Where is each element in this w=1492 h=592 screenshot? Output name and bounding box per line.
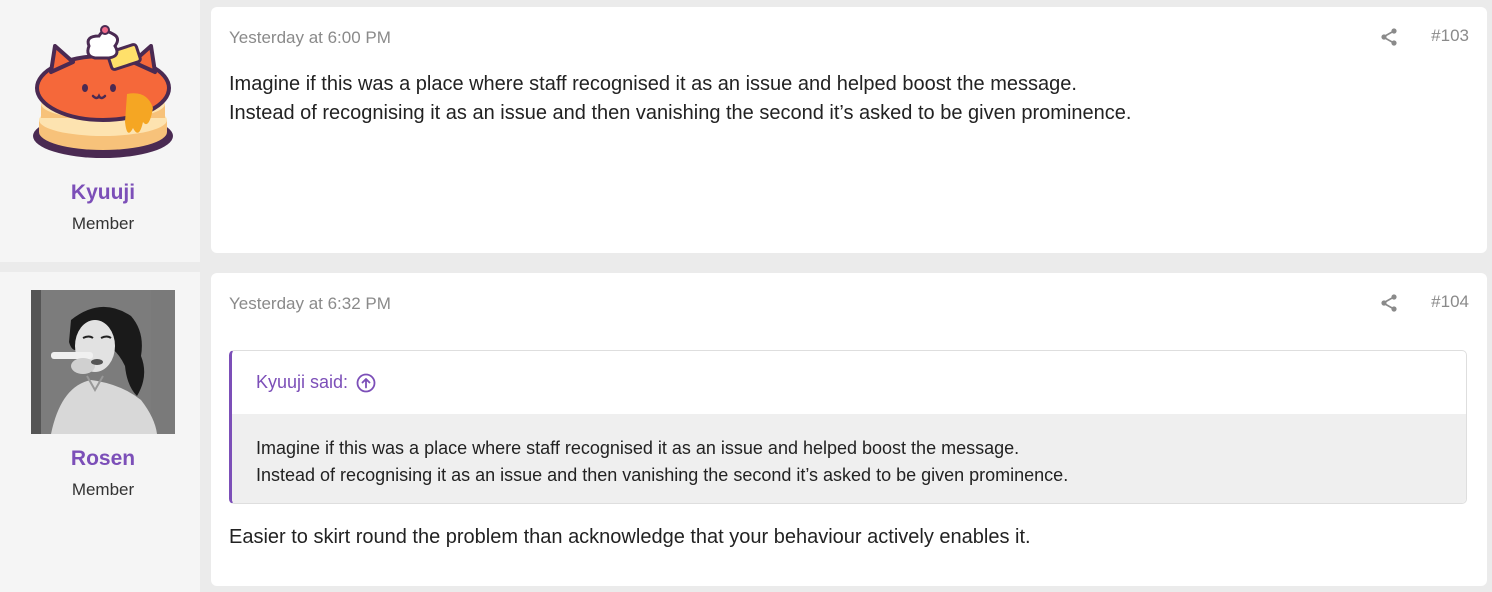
post-body: Imagine if this was a place where staff …	[229, 70, 1469, 128]
share-icon[interactable]	[1379, 27, 1399, 47]
post-number[interactable]: #103	[1431, 26, 1469, 46]
post: Yesterday at 6:00 PM #103 Imagine if thi…	[211, 7, 1487, 253]
quote-line: Imagine if this was a place where staff …	[256, 438, 1020, 458]
username[interactable]: Rosen	[0, 447, 206, 471]
quote-attribution[interactable]: Kyuuji said:	[256, 372, 348, 393]
post-date[interactable]: Yesterday at 6:00 PM	[229, 28, 391, 48]
post-body: Easier to skirt round the problem than a…	[229, 523, 1031, 552]
post-body-line: Instead of recognising it as an issue an…	[229, 102, 1132, 124]
bw-photo-avatar[interactable]	[31, 290, 175, 434]
quote-body: Imagine if this was a place where staff …	[232, 414, 1466, 503]
pancake-cat-avatar[interactable]	[31, 24, 175, 168]
arrow-up-circle-icon[interactable]	[356, 373, 376, 393]
user-title: Member	[71, 214, 135, 233]
post-user-info: Rosen Member	[0, 272, 200, 592]
post-date[interactable]: Yesterday at 6:32 PM	[229, 294, 391, 314]
user-title: Member	[71, 480, 135, 499]
post: Yesterday at 6:32 PM #104 Kyuuji said: I…	[211, 273, 1487, 586]
quote-line: Instead of recognising it as an issue an…	[256, 465, 1069, 485]
share-icon[interactable]	[1379, 293, 1399, 313]
post-body-line: Easier to skirt round the problem than a…	[229, 526, 1031, 548]
post-user-info: Kyuuji Member	[0, 0, 200, 262]
username[interactable]: Kyuuji	[0, 181, 206, 205]
post-body-line: Imagine if this was a place where staff …	[229, 73, 1077, 95]
post-number[interactable]: #104	[1431, 292, 1469, 312]
quote-block: Kyuuji said: Imagine if this was a place…	[229, 350, 1467, 504]
quote-header: Kyuuji said:	[232, 351, 1466, 414]
